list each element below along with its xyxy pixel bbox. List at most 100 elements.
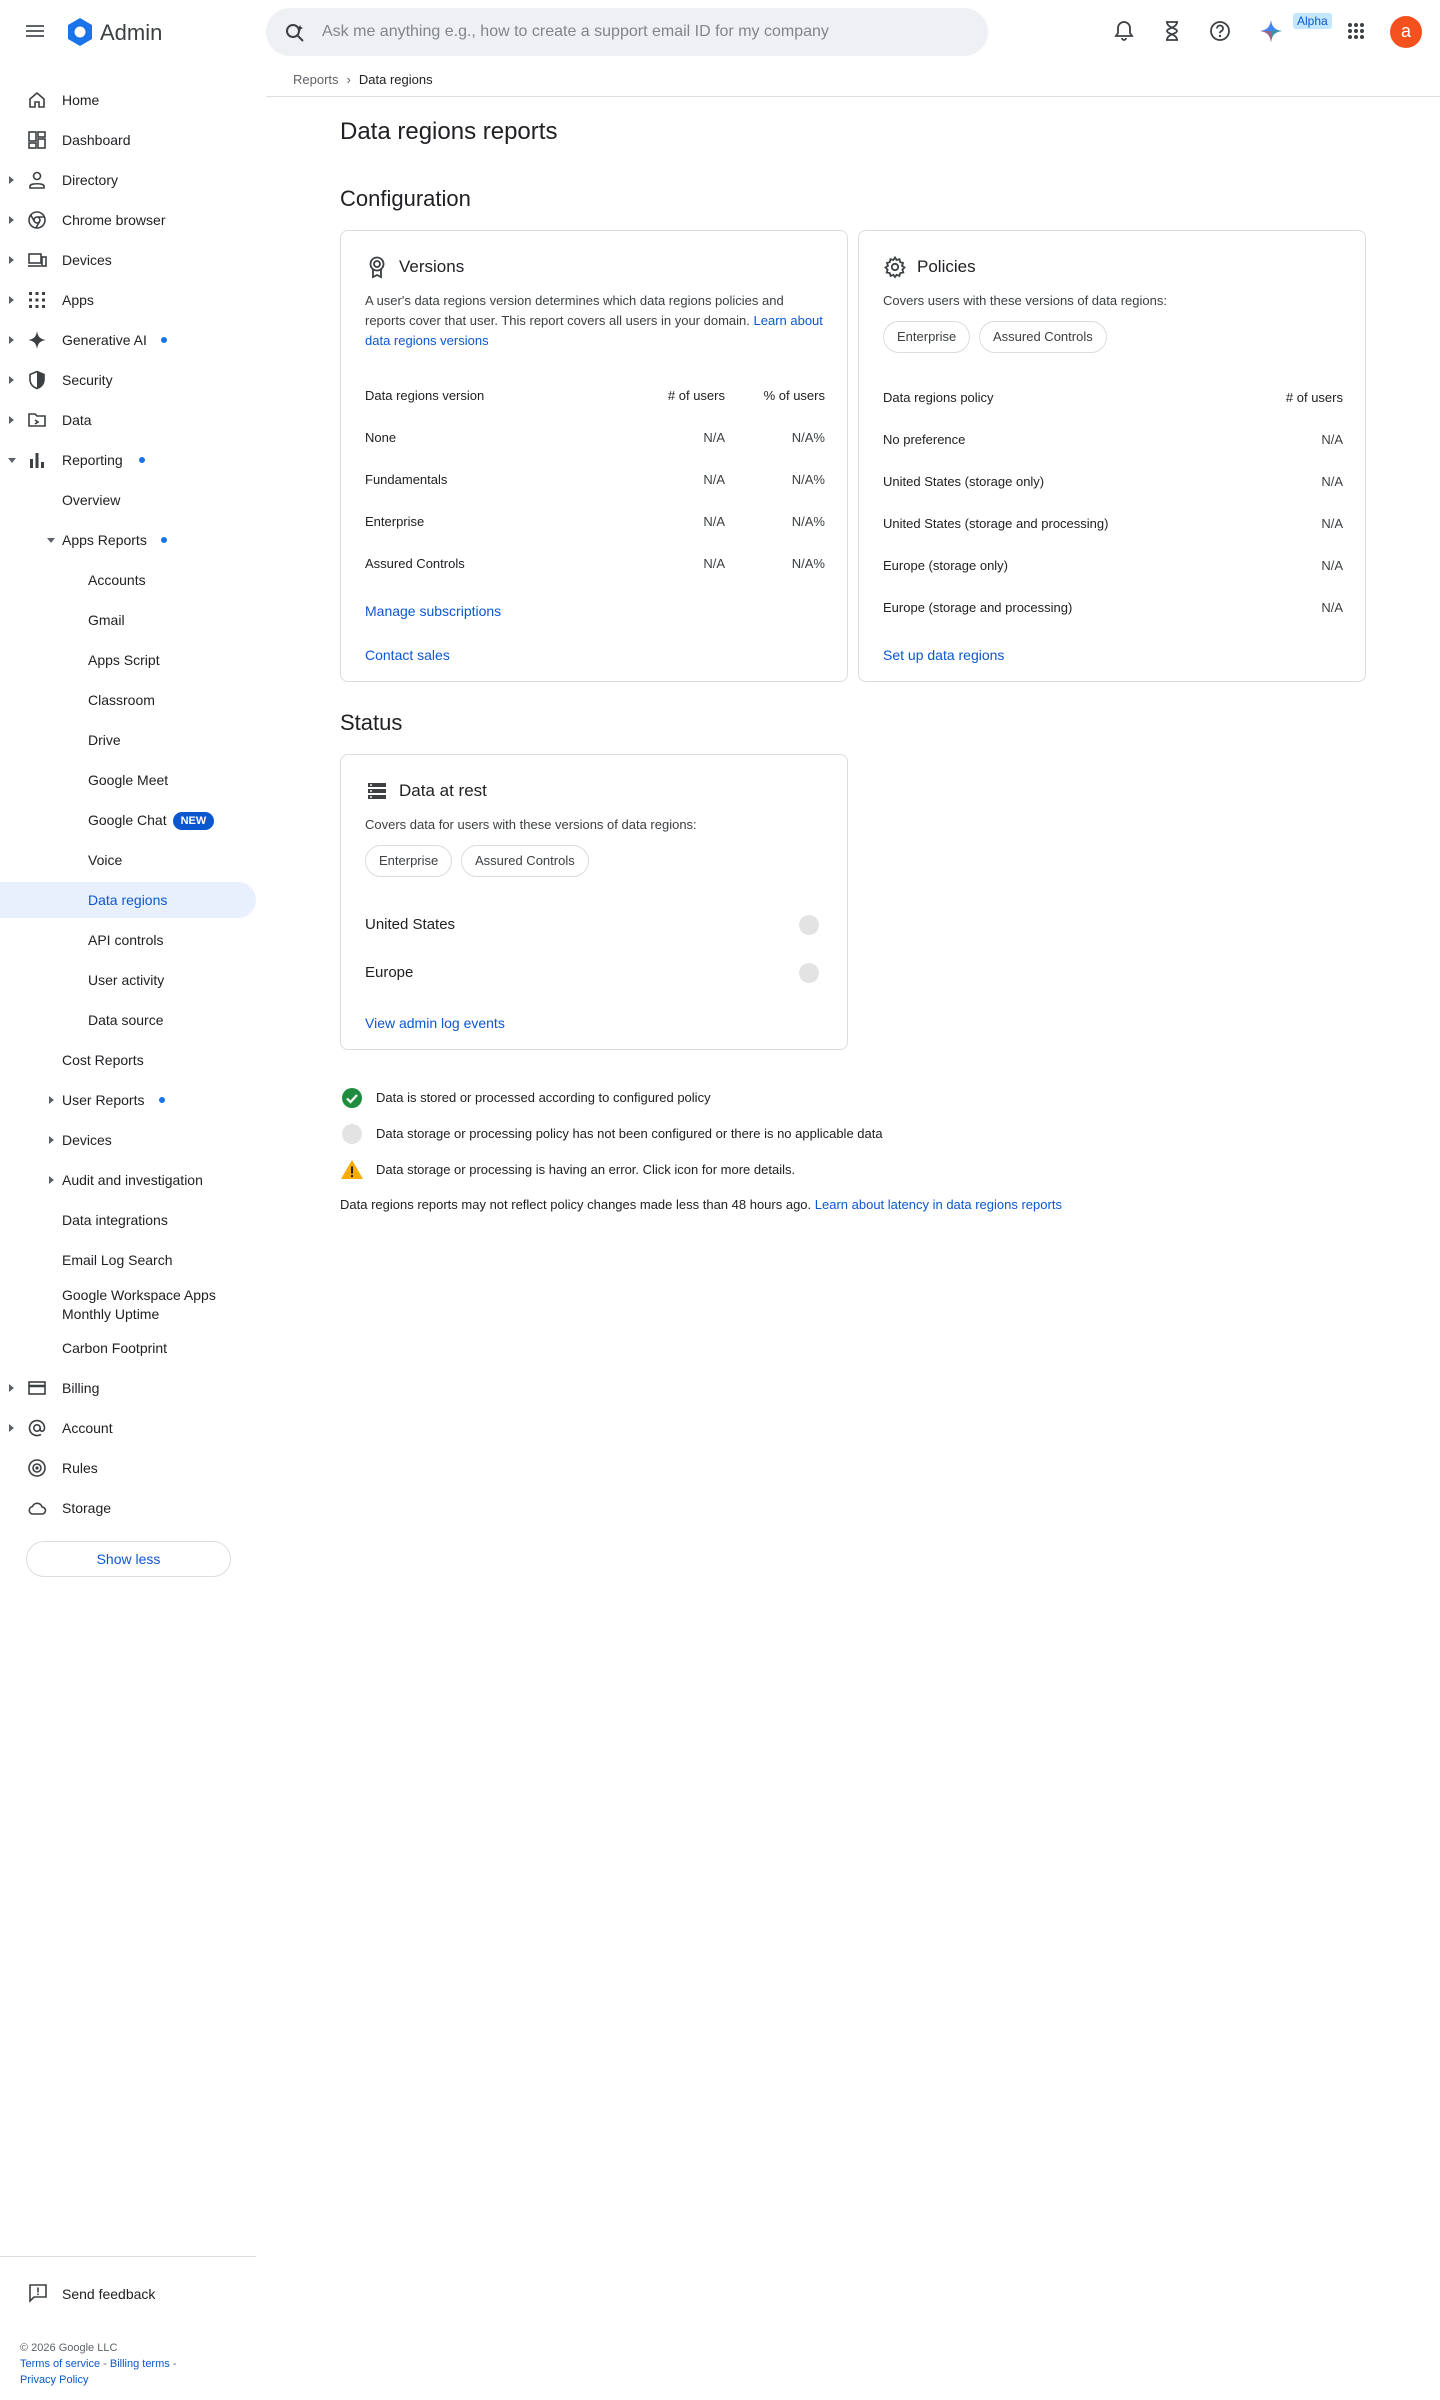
sidebar-item-storage[interactable]: Storage: [0, 1490, 256, 1526]
sidebar-item-billing[interactable]: Billing: [0, 1370, 256, 1406]
expand-arrow-icon: [9, 1424, 14, 1432]
sidebar-item-reporting-devices[interactable]: Devices: [0, 1122, 256, 1158]
sidebar-item-label: Generative AI: [62, 332, 147, 348]
sidebar-item-google-meet[interactable]: Google Meet: [0, 762, 256, 798]
rules-target-icon: [27, 1458, 47, 1478]
sidebar-item-security[interactable]: Security: [0, 362, 256, 398]
help-icon[interactable]: [1207, 18, 1233, 44]
chip-enterprise[interactable]: Enterprise: [883, 321, 971, 353]
breadcrumb-reports-link[interactable]: Reports: [293, 72, 339, 87]
sidebar-item-label: Security: [62, 372, 113, 388]
policy-name: No preference: [883, 432, 966, 447]
sidebar-item-account[interactable]: Account: [0, 1410, 256, 1446]
sidebar-item-drive[interactable]: Drive: [0, 722, 256, 758]
sidebar-item-rules[interactable]: Rules: [0, 1450, 256, 1486]
data-at-rest-title: Data at rest: [399, 781, 487, 800]
show-less-button[interactable]: Show less: [26, 1541, 231, 1577]
policy-name: United States (storage and processing): [883, 516, 1109, 531]
set-up-data-regions-link[interactable]: Set up data regions: [883, 647, 1004, 663]
status-not-configured-icon[interactable]: [799, 915, 819, 935]
manage-subscriptions-link[interactable]: Manage subscriptions: [365, 603, 501, 619]
sidebar-item-user-reports[interactable]: User Reports: [0, 1082, 256, 1118]
sidebar-item-classroom[interactable]: Classroom: [0, 682, 256, 718]
sidebar-item-label: Account: [62, 1420, 113, 1436]
account-avatar[interactable]: a: [1390, 16, 1422, 48]
main-menu-icon[interactable]: [24, 20, 46, 42]
top-bar: Admin Ask me anything e.g., how to creat…: [0, 0, 1440, 62]
chip-assured-controls[interactable]: Assured Controls: [979, 321, 1107, 353]
sidebar-item-email-log-search[interactable]: Email Log Search: [0, 1242, 256, 1278]
terms-of-service-link[interactable]: Terms of service: [20, 2358, 100, 2370]
notifications-bell-icon[interactable]: [1111, 18, 1137, 44]
sidebar-item-cost-reports[interactable]: Cost Reports: [0, 1042, 256, 1078]
sidebar-item-data-regions[interactable]: Data regions: [0, 882, 256, 918]
sidebar-item-label: API controls: [88, 932, 164, 948]
expand-arrow-icon: [9, 256, 14, 264]
sidebar-item-home[interactable]: Home: [0, 82, 256, 118]
sidebar-item-label: Cost Reports: [62, 1052, 144, 1068]
learn-about-latency-link[interactable]: Learn about latency in data regions repo…: [815, 1197, 1062, 1212]
sidebar-item-data-integrations[interactable]: Data integrations: [0, 1202, 256, 1238]
data-at-rest-card: Data at rest Covers data for users with …: [340, 754, 848, 1050]
sidebar-item-api-controls[interactable]: API controls: [0, 922, 256, 958]
sidebar-item-data[interactable]: Data: [0, 402, 256, 438]
chip-assured-controls[interactable]: Assured Controls: [461, 845, 589, 877]
breadcrumb: Reports › Data regions: [293, 72, 433, 87]
page-title: Data regions reports: [340, 118, 558, 145]
sidebar-item-label: Voice: [88, 852, 123, 868]
sidebar-item-chrome-browser[interactable]: Chrome browser: [0, 202, 256, 238]
sidebar-item-data-source[interactable]: Data source: [0, 1002, 256, 1038]
sidebar-item-label: Apps: [62, 292, 94, 308]
admin-logo-icon[interactable]: [64, 16, 96, 48]
policy-name: Europe (storage and processing): [883, 600, 1073, 615]
chip-enterprise[interactable]: Enterprise: [365, 845, 453, 877]
sidebar-item-label: Overview: [62, 492, 121, 508]
sidebar-item-label: Billing: [62, 1380, 100, 1396]
sidebar-item-apps[interactable]: Apps: [0, 282, 256, 318]
sidebar-item-google-chat[interactable]: Google Chat NEW: [0, 802, 256, 838]
apps-grid-icon[interactable]: [1343, 18, 1369, 44]
version-users: N/A: [703, 430, 725, 445]
sidebar-item-gmail[interactable]: Gmail: [0, 602, 256, 638]
search-input[interactable]: Ask me anything e.g., how to create a su…: [266, 8, 988, 56]
sidebar-item-generative-ai[interactable]: Generative AI: [0, 322, 256, 358]
privacy-policy-link[interactable]: Privacy Policy: [20, 2374, 88, 2386]
sidebar-item-label: User activity: [88, 972, 165, 988]
sidebar-item-reporting[interactable]: Reporting: [0, 442, 256, 478]
sidebar-item-apps-reports[interactable]: Apps Reports: [0, 522, 256, 558]
gemini-sparkle-icon[interactable]: [1258, 18, 1284, 44]
sidebar-item-label: Drive: [88, 732, 121, 748]
region-name: United States: [365, 916, 456, 933]
sidebar-item-accounts[interactable]: Accounts: [0, 562, 256, 598]
sidebar-item-label: Devices: [62, 252, 112, 268]
sidebar-item-label: Data source: [88, 1012, 164, 1028]
billing-terms-link[interactable]: Billing terms: [110, 2358, 170, 2370]
legend-not-configured: Data storage or processing policy has no…: [340, 1122, 1240, 1146]
sidebar-item-directory[interactable]: Directory: [0, 162, 256, 198]
sidebar-item-carbon-footprint[interactable]: Carbon Footprint: [0, 1330, 256, 1366]
sidebar-item-voice[interactable]: Voice: [0, 842, 256, 878]
sidebar-item-audit-and-investigation[interactable]: Audit and investigation: [0, 1162, 256, 1198]
expand-arrow-icon: [9, 336, 14, 344]
sidebar-item-label: Carbon Footprint: [62, 1340, 168, 1356]
sidebar-item-label: Google Workspace Apps Monthly Uptime: [62, 1287, 216, 1322]
version-users: N/A: [703, 472, 725, 487]
home-icon: [27, 90, 47, 110]
collapse-arrow-icon: [8, 458, 16, 463]
storage-icon: [365, 779, 389, 803]
sidebar-item-label: Storage: [62, 1500, 112, 1516]
sidebar-item-user-activity[interactable]: User activity: [0, 962, 256, 998]
sidebar-item-dashboard[interactable]: Dashboard: [0, 122, 256, 158]
view-admin-log-events-link[interactable]: View admin log events: [365, 1015, 505, 1031]
sidebar-item-overview[interactable]: Overview: [0, 482, 256, 518]
sidebar-item-apps-script[interactable]: Apps Script: [0, 642, 256, 678]
sidebar-item-text: Google Chat: [88, 812, 167, 828]
tasks-hourglass-icon[interactable]: [1159, 18, 1185, 44]
send-feedback-button[interactable]: Send feedback: [27, 2282, 227, 2306]
grey-circle-icon: [340, 1122, 364, 1146]
status-not-configured-icon[interactable]: [799, 963, 819, 983]
policy-name: Europe (storage only): [883, 558, 1009, 573]
sidebar-item-monthly-uptime[interactable]: Google Workspace Apps Monthly Uptime: [0, 1282, 256, 1330]
contact-sales-link[interactable]: Contact sales: [365, 647, 450, 663]
sidebar-item-devices[interactable]: Devices: [0, 242, 256, 278]
